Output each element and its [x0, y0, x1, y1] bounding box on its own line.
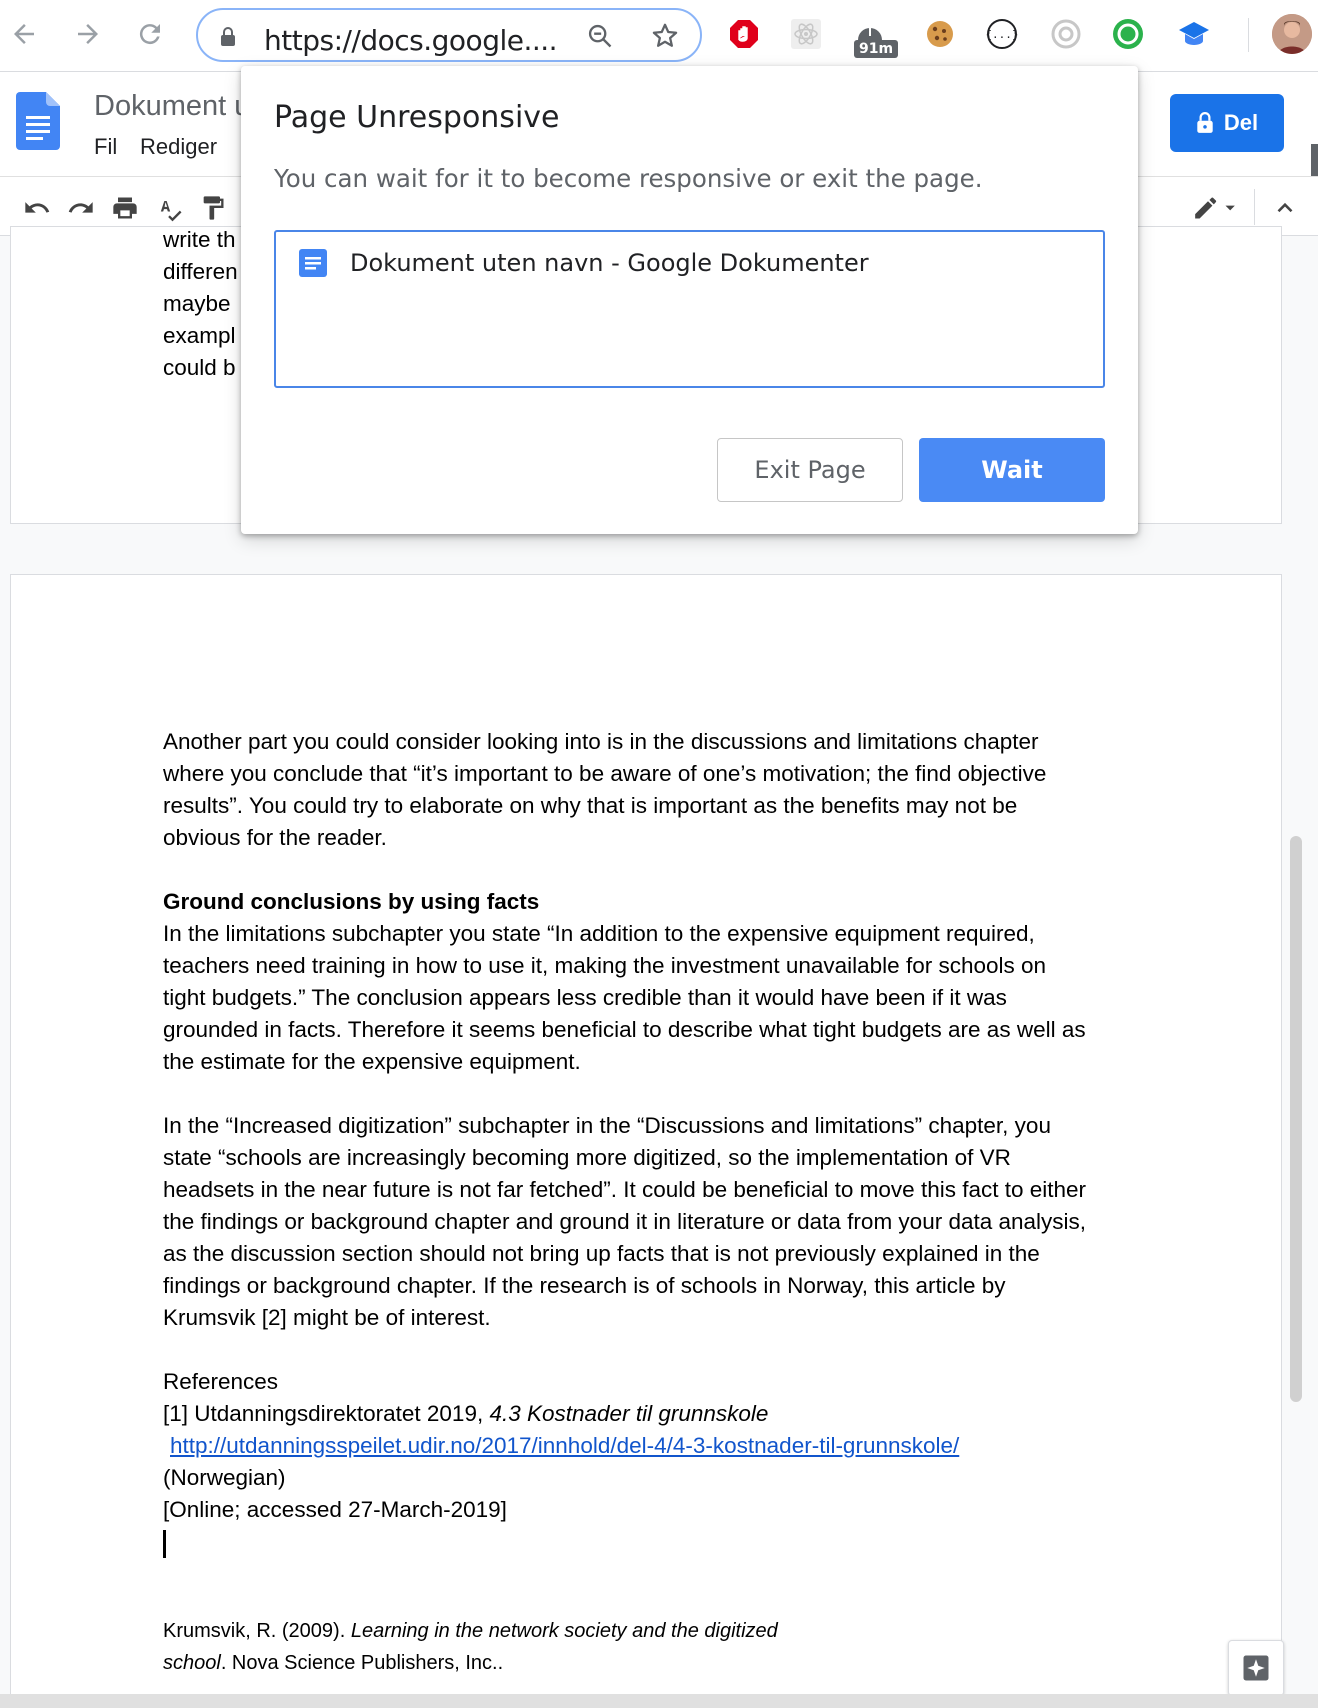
unresponsive-tab-list: Dokument uten navn - Google Dokumenter: [274, 230, 1105, 388]
text-line: obvious for the reader.: [163, 825, 387, 850]
text-line: where you conclude that “it’s important …: [163, 761, 1047, 786]
menu-file[interactable]: Fil: [94, 134, 117, 160]
wait-button[interactable]: Wait: [919, 438, 1105, 502]
explore-icon: [1243, 1655, 1269, 1681]
edit-mode-icon[interactable]: [1188, 193, 1242, 223]
text-line: teachers need training in how to use it,…: [163, 953, 1047, 978]
collapse-icon[interactable]: [1270, 193, 1300, 223]
page-unresponsive-dialog: Page Unresponsive You can wait for it to…: [241, 66, 1138, 534]
timer-badge: 91m: [854, 40, 899, 58]
toolbar-separator: [1254, 189, 1255, 225]
text-line: exampl: [163, 323, 236, 348]
text-line: Another part you could consider looking …: [163, 729, 1039, 754]
text-line: differen: [163, 259, 238, 284]
empty-line: [163, 1334, 1086, 1366]
reference-title: Learning in the network society and the …: [350, 1620, 778, 1642]
svg-text:{...}: {...}: [985, 28, 1018, 41]
url-text[interactable]: https://docs.google....: [264, 24, 558, 57]
toolbar-divider: [1248, 18, 1249, 52]
tab-list-item[interactable]: Dokument uten navn - Google Dokumenter: [298, 248, 869, 278]
text-line: results”. You could try to elaborate on …: [163, 793, 1018, 818]
empty-line: [163, 1078, 1086, 1110]
text-line: findings or background chapter. If the r…: [163, 1273, 1006, 1298]
text-line: In the “Increased digitization” subchapt…: [163, 1113, 1051, 1138]
exit-page-button[interactable]: Exit Page: [717, 438, 903, 502]
reference-author: Krumsvik, R. (2009).: [163, 1620, 351, 1642]
document-title[interactable]: Dokument u: [94, 90, 250, 123]
undo-icon[interactable]: [22, 193, 52, 223]
address-bar[interactable]: https://docs.google....: [196, 8, 702, 62]
back-icon[interactable]: [6, 16, 42, 52]
reference-author: [1] Utdanningsdirektoratet 2019,: [163, 1401, 490, 1426]
text-line: the findings or background chapter and g…: [163, 1209, 1087, 1234]
forward-icon[interactable]: [70, 16, 106, 52]
text-line: In the limitations subchapter you state …: [163, 921, 1035, 946]
text-line: headsets in the near future is not far f…: [163, 1177, 1087, 1202]
record-icon[interactable]: [1048, 16, 1084, 52]
scrollbar[interactable]: [1290, 836, 1302, 1402]
text-line: Krumsvik [2] might be of interest.: [163, 1305, 491, 1330]
avatar[interactable]: [1272, 14, 1312, 54]
bottom-bar: [0, 1694, 1318, 1708]
reload-icon[interactable]: [132, 16, 168, 52]
dialog-title: Page Unresponsive: [274, 100, 560, 135]
lock-icon: [1197, 112, 1213, 133]
spellcheck-icon[interactable]: [154, 193, 184, 223]
zoom-icon[interactable]: [586, 22, 614, 55]
share-button[interactable]: Del: [1170, 94, 1284, 152]
share-label: Del: [1223, 110, 1259, 135]
lock-icon: [220, 27, 236, 52]
reference-2[interactable]: Krumsvik, R. (2009). Learning in the net…: [163, 1615, 778, 1679]
empty-line: [163, 854, 1086, 886]
text-line: maybe: [163, 291, 231, 316]
section-heading: Ground conclusions by using facts: [163, 889, 540, 914]
reference-title: 4.3 Kostnader til grunnskole: [489, 1401, 769, 1426]
explore-button[interactable]: [1228, 1640, 1284, 1696]
text-line: (Norwegian): [163, 1465, 286, 1490]
cookie-icon[interactable]: [922, 16, 958, 52]
text-line: write th: [163, 227, 236, 252]
text-line: the estimate for the expensive equipment…: [163, 1049, 581, 1074]
star-icon[interactable]: [650, 21, 680, 56]
paint-format-icon[interactable]: [198, 193, 228, 223]
green-ext-icon[interactable]: [1110, 16, 1146, 52]
text-line: tight budgets.” The conclusion appears l…: [163, 985, 1007, 1010]
reference-1: [1] Utdanningsdirektoratet 2019, 4.3 Kos…: [163, 1398, 1086, 1430]
text-line: could b: [163, 355, 236, 380]
text-line: grounded in facts. Therefore it seems be…: [163, 1017, 1086, 1042]
print-icon[interactable]: [110, 193, 140, 223]
text-line: as the discussion section should not bri…: [163, 1241, 1040, 1266]
graduation-icon[interactable]: [1176, 16, 1212, 52]
reference-title: school: [163, 1652, 221, 1674]
page2-body[interactable]: Another part you could consider looking …: [163, 726, 1086, 1526]
reference-publisher: . Nova Science Publishers, Inc..: [220, 1652, 504, 1674]
menu-edit[interactable]: Rediger: [140, 134, 217, 160]
json-icon[interactable]: {...}: [984, 16, 1020, 52]
docs-tab-icon: [299, 249, 327, 277]
text-line: state “schools are increasingly becoming…: [163, 1145, 1011, 1170]
browser-toolbar: https://docs.google.... 91m {...}: [0, 0, 1318, 72]
dialog-message: You can wait for it to become responsive…: [274, 164, 983, 193]
text-line: [Online; accessed 27-March-2019]: [163, 1497, 507, 1522]
react-icon[interactable]: [788, 16, 824, 52]
references-heading: References: [163, 1369, 279, 1394]
redo-icon[interactable]: [66, 193, 96, 223]
reference-link[interactable]: http://utdanningsspeilet.udir.no/2017/in…: [170, 1433, 959, 1458]
page1-text[interactable]: write th differen maybe exampl could b: [163, 224, 238, 384]
text-cursor: [163, 1530, 166, 1558]
docs-logo-icon[interactable]: [16, 92, 60, 155]
adblock-icon[interactable]: [726, 16, 762, 52]
tab-title: Dokument uten navn - Google Dokumenter: [350, 249, 869, 277]
